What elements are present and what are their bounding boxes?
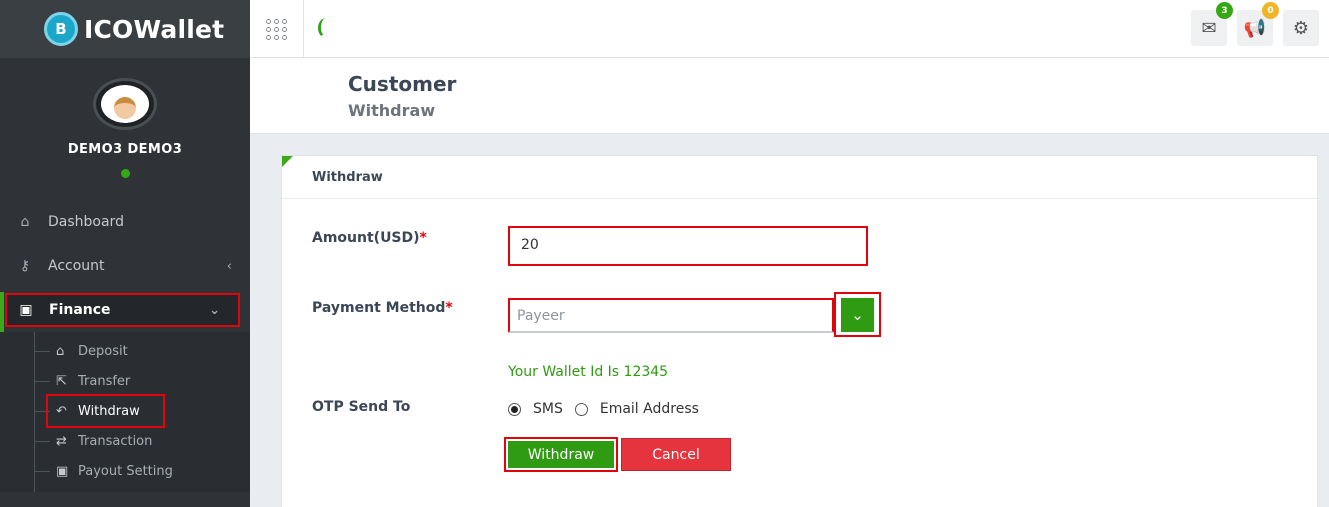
otp-label: OTP Send To	[312, 399, 411, 415]
brand-name-suffix: Wallet	[133, 14, 225, 44]
subnav-item-label: Transfer	[78, 373, 131, 389]
otp-radio-group: SMS Email Address	[508, 401, 711, 417]
money-icon: ▣	[56, 463, 69, 479]
withdraw-card: Withdraw Amount(USD)* 20 Payment Method*…	[281, 155, 1318, 507]
withdraw-button[interactable]: Withdraw	[508, 441, 614, 468]
subnav-item-payout-setting[interactable]: ▣ Payout Setting	[0, 456, 250, 486]
card-corner-accent	[282, 156, 293, 167]
bank-icon: ⌂	[56, 343, 65, 359]
amount-input[interactable]: 20	[508, 226, 868, 266]
select-underline	[508, 332, 834, 333]
user-name: DEMO3 DEMO3	[67, 142, 183, 157]
apps-grid-button[interactable]	[250, 0, 304, 58]
settings-button[interactable]: ⚙	[1283, 10, 1319, 46]
home-icon: ⌂	[20, 214, 30, 230]
amount-label: Amount(USD)*	[312, 230, 427, 246]
subnav-item-label: Transaction	[78, 433, 153, 449]
announcement-count-badge: 0	[1262, 2, 1279, 19]
sidebar-item-account[interactable]: ⚷ Account ‹	[0, 244, 250, 288]
online-status-dot	[120, 169, 130, 178]
otp-radio-sms-label[interactable]: SMS	[533, 401, 563, 417]
envelope-icon: ✉	[1201, 17, 1217, 39]
otp-radio-sms[interactable]	[508, 402, 521, 416]
grid-icon	[266, 18, 287, 40]
payment-method-dropdown-toggle[interactable]: ⌄	[834, 292, 881, 337]
payment-method-label: Payment Method*	[312, 300, 453, 316]
subnav-item-label: Payout Setting	[78, 463, 173, 479]
subnav-item-deposit[interactable]: ⌂ Deposit	[0, 336, 250, 366]
gear-icon: ⚙	[1292, 17, 1310, 39]
active-indicator	[0, 292, 4, 336]
money-icon: ▣	[19, 302, 33, 318]
wallet-id-note: Your Wallet Id Is 12345	[508, 364, 669, 380]
share-icon: ⇱	[56, 373, 67, 389]
exchange-icon: ⇄	[56, 433, 67, 449]
chevron-down-icon: ⌄	[841, 297, 874, 332]
sidebar-nav: ⌂ Dashboard ⚷ Account ‹ ▣ Finance ⌄	[0, 200, 250, 327]
chevron-down-icon: ⌄	[209, 302, 220, 318]
sidebar: B ICOWallet DEMO3 DEMO3 ⌂ Dashboard ⚷ Ac…	[0, 0, 250, 507]
sidebar-item-label: Account	[48, 258, 105, 274]
page-subtitle: Withdraw	[348, 101, 436, 120]
announcement-button[interactable]: 📢 0	[1237, 2, 1279, 46]
subnav-item-transaction[interactable]: ⇄ Transaction	[0, 426, 250, 456]
brand-name: ICOWallet	[84, 15, 224, 44]
page-header: Customer Withdraw	[250, 58, 1329, 134]
user-profile: DEMO3 DEMO3	[0, 58, 250, 200]
sidebar-item-label: Dashboard	[48, 214, 124, 230]
logo-glyph: B	[55, 20, 67, 38]
subnav-item-label: Deposit	[78, 343, 128, 359]
avatar[interactable]	[93, 78, 157, 130]
otp-radio-email[interactable]	[574, 402, 588, 416]
bitcoin-logo-icon: B	[44, 12, 78, 46]
card-title: Withdraw	[282, 156, 1317, 199]
mail-button[interactable]: ✉ 3	[1191, 2, 1233, 46]
chevron-left-icon: ‹	[226, 258, 232, 274]
finance-subnav: ⌂ Deposit ⇱ Transfer ↶ Withdraw ⇄ Transa…	[0, 332, 250, 492]
subnav-item-transfer[interactable]: ⇱ Transfer	[0, 366, 250, 396]
subnav-item-withdraw[interactable]: ↶ Withdraw	[0, 394, 250, 428]
brand-name-prefix: ICO	[84, 14, 134, 44]
sidebar-item-finance[interactable]: ▣ Finance ⌄	[5, 293, 240, 327]
brand[interactable]: B ICOWallet	[0, 0, 250, 58]
withdraw-button-highlight: Withdraw	[504, 437, 618, 472]
megaphone-icon: 📢	[1243, 17, 1267, 39]
topbar: ✉ 3 📢 0 ⚙	[250, 0, 1329, 58]
otp-radio-email-label[interactable]: Email Address	[600, 401, 699, 417]
sidebar-item-label: Finance	[49, 302, 111, 318]
cancel-button[interactable]: Cancel	[621, 438, 731, 471]
key-icon: ⚷	[19, 258, 31, 274]
payment-method-select[interactable]: Payeer	[508, 298, 834, 333]
loading-spinner-icon	[318, 18, 334, 38]
mail-count-badge: 3	[1216, 2, 1233, 19]
sidebar-item-dashboard[interactable]: ⌂ Dashboard	[0, 200, 250, 244]
page-title: Customer	[348, 72, 457, 96]
highlight-box	[46, 394, 165, 428]
